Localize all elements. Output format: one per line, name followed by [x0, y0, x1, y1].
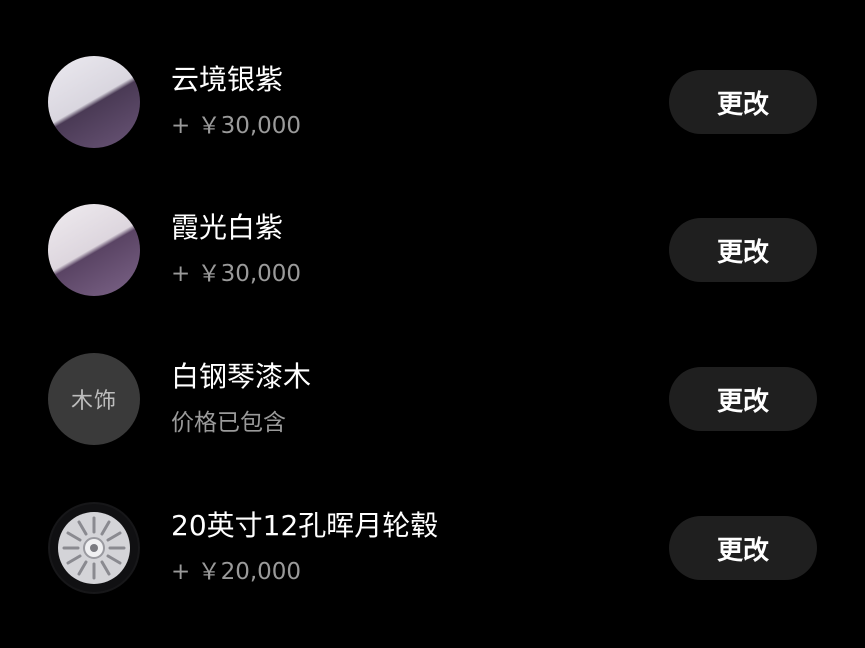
option-list: 云境银紫 + ￥30,000 更改 霞光白紫 + ￥30,000 更改 木饰 白… — [0, 0, 865, 648]
change-button[interactable]: 更改 — [669, 70, 817, 134]
list-item-wheel: 20英寸12孔晖月轮毂 + ￥20,000 更改 — [0, 502, 865, 622]
list-item-silver-purple: 云境银紫 + ￥30,000 更改 — [0, 56, 865, 176]
list-item-white-purple: 霞光白紫 + ￥30,000 更改 — [0, 204, 865, 324]
color-swatch-silver-purple — [48, 56, 140, 148]
item-price: + ￥30,000 — [171, 261, 302, 287]
change-button[interactable]: 更改 — [669, 218, 817, 282]
item-title: 20英寸12孔晖月轮毂 — [171, 509, 439, 542]
item-price: 价格已包含 — [171, 410, 286, 436]
wheel-icon — [48, 502, 140, 594]
item-price: + ￥20,000 — [171, 559, 302, 585]
list-item-piano-wood: 木饰 白钢琴漆木 价格已包含 更改 — [0, 353, 865, 473]
item-price: + ￥30,000 — [171, 113, 302, 139]
change-button[interactable]: 更改 — [669, 367, 817, 431]
change-button[interactable]: 更改 — [669, 516, 817, 580]
item-title: 云境银紫 — [171, 63, 284, 96]
item-title: 霞光白紫 — [171, 211, 284, 244]
color-swatch-white-purple — [48, 204, 140, 296]
item-title: 白钢琴漆木 — [171, 360, 312, 393]
wood-trim-thumbnail: 木饰 — [48, 353, 140, 445]
